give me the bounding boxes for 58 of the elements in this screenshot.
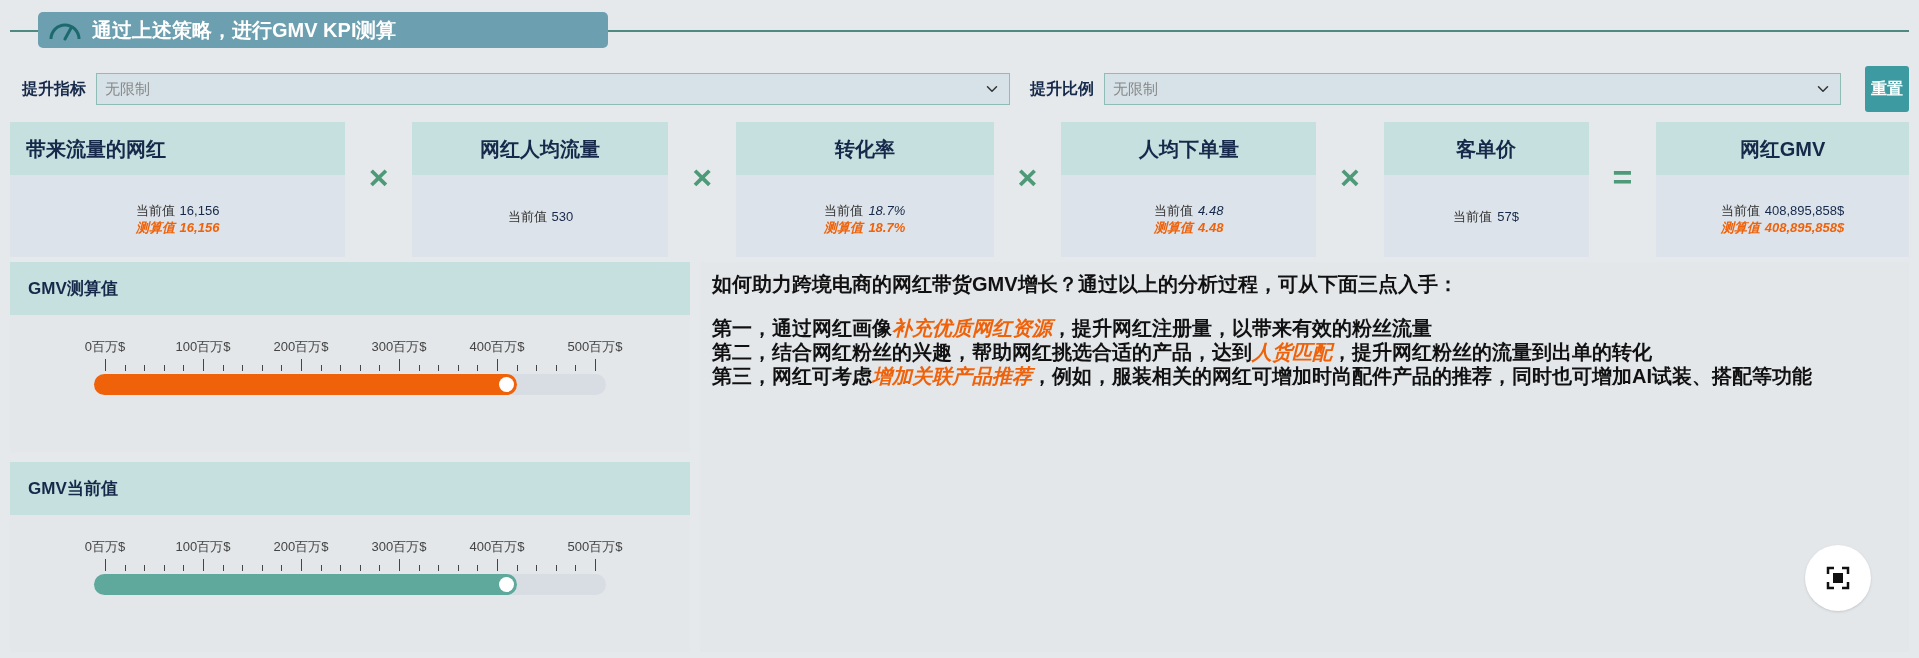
operator-sign: × [368,160,389,194]
tick-label: 300百万$ [371,538,427,556]
metric-title: 转化率 [834,136,895,162]
insight-point: 第三，网红可考虑增加关联产品推荐，例如，服装相关的网红可增加时尚配件产品的推荐，同时也可增加AI试装、搭配等功能 [712,364,1813,388]
current-value: 57$ [1497,207,1519,225]
filter-dropdown[interactable]: 无限制 [1104,73,1841,105]
insight-point: 第二，结合网红粉丝的兴趣，帮助网红挑选合适的产品，达到人货匹配，提升网红粉丝的流量到出单的转化 [712,340,1653,364]
metric-title: 网红人均流量 [480,136,601,162]
tick-label: 0百万$ [84,538,126,556]
estimate-label: 测算值 [824,219,864,236]
insight-question: 如何助力跨境电商的网红带货GMV增长？通过以上的分析过程，可从下面三点入手： [712,272,1459,296]
metric-title: 网红GMV [1739,136,1826,162]
tick-label: 200百万$ [273,338,329,356]
tick-label: 500百万$ [567,338,623,356]
operator-sign: × [1017,160,1038,194]
operator-sign: × [692,160,713,194]
metric-title: 人均下单量 [1138,136,1239,162]
operator-sign: = [1612,160,1633,194]
current-label: 当前值 [1154,202,1194,219]
current-label: 当前值 [507,207,547,225]
tick-label: 100百万$ [175,538,231,556]
tick-label: 100百万$ [175,338,231,356]
current-value: 18.7% [868,202,906,219]
metric-title: 客单价 [1456,136,1517,162]
estimate-value: 16,156 [179,219,220,236]
section-title: 通过上述策略，进行GMV KPI测算 [92,18,397,43]
tick-label: 200百万$ [273,538,329,556]
estimate-label: 测算值 [1154,219,1194,236]
estimate-label: 测算值 [135,219,175,236]
tick-label: 400百万$ [469,338,525,356]
insight-point: 第一，通过网红画像补充优质网红资源，提升网红注册量，以带来有效的粉丝流量 [712,316,1433,340]
operator-sign: × [1340,160,1360,194]
fullscreen-icon [1826,566,1850,590]
tick-label: 400百万$ [469,538,525,556]
dropdown-placeholder: 无限制 [105,78,150,99]
current-value: 530 [551,207,574,225]
panel-title: GMV当前值 [28,477,118,500]
current-label: 当前值 [135,202,175,219]
estimate-label: 测算值 [1720,219,1760,236]
estimate-value: 18.7% [868,219,906,236]
tick-label: 0百万$ [84,338,126,356]
current-label: 当前值 [1720,202,1760,219]
tick-label: 500百万$ [567,538,623,556]
dropdown-placeholder: 无限制 [1113,78,1158,99]
reset-button[interactable]: 重置 [1865,66,1909,112]
current-label: 当前值 [824,202,864,219]
estimate-value: 408,895,858$ [1764,219,1845,236]
filter-label: 提升指标 [22,79,86,99]
panel-title: GMV测算值 [28,277,118,300]
current-value: 408,895,858$ [1764,202,1845,219]
filter-dropdown[interactable]: 无限制 [96,73,1010,105]
tick-label: 300百万$ [371,338,427,356]
filter-label: 提升比例 [1030,79,1094,99]
current-value: 16,156 [179,202,220,219]
metric-title: 带来流量的网红 [26,136,166,162]
estimate-value: 4.48 [1198,219,1224,236]
current-value: 4.48 [1198,202,1224,219]
current-label: 当前值 [1453,207,1493,225]
